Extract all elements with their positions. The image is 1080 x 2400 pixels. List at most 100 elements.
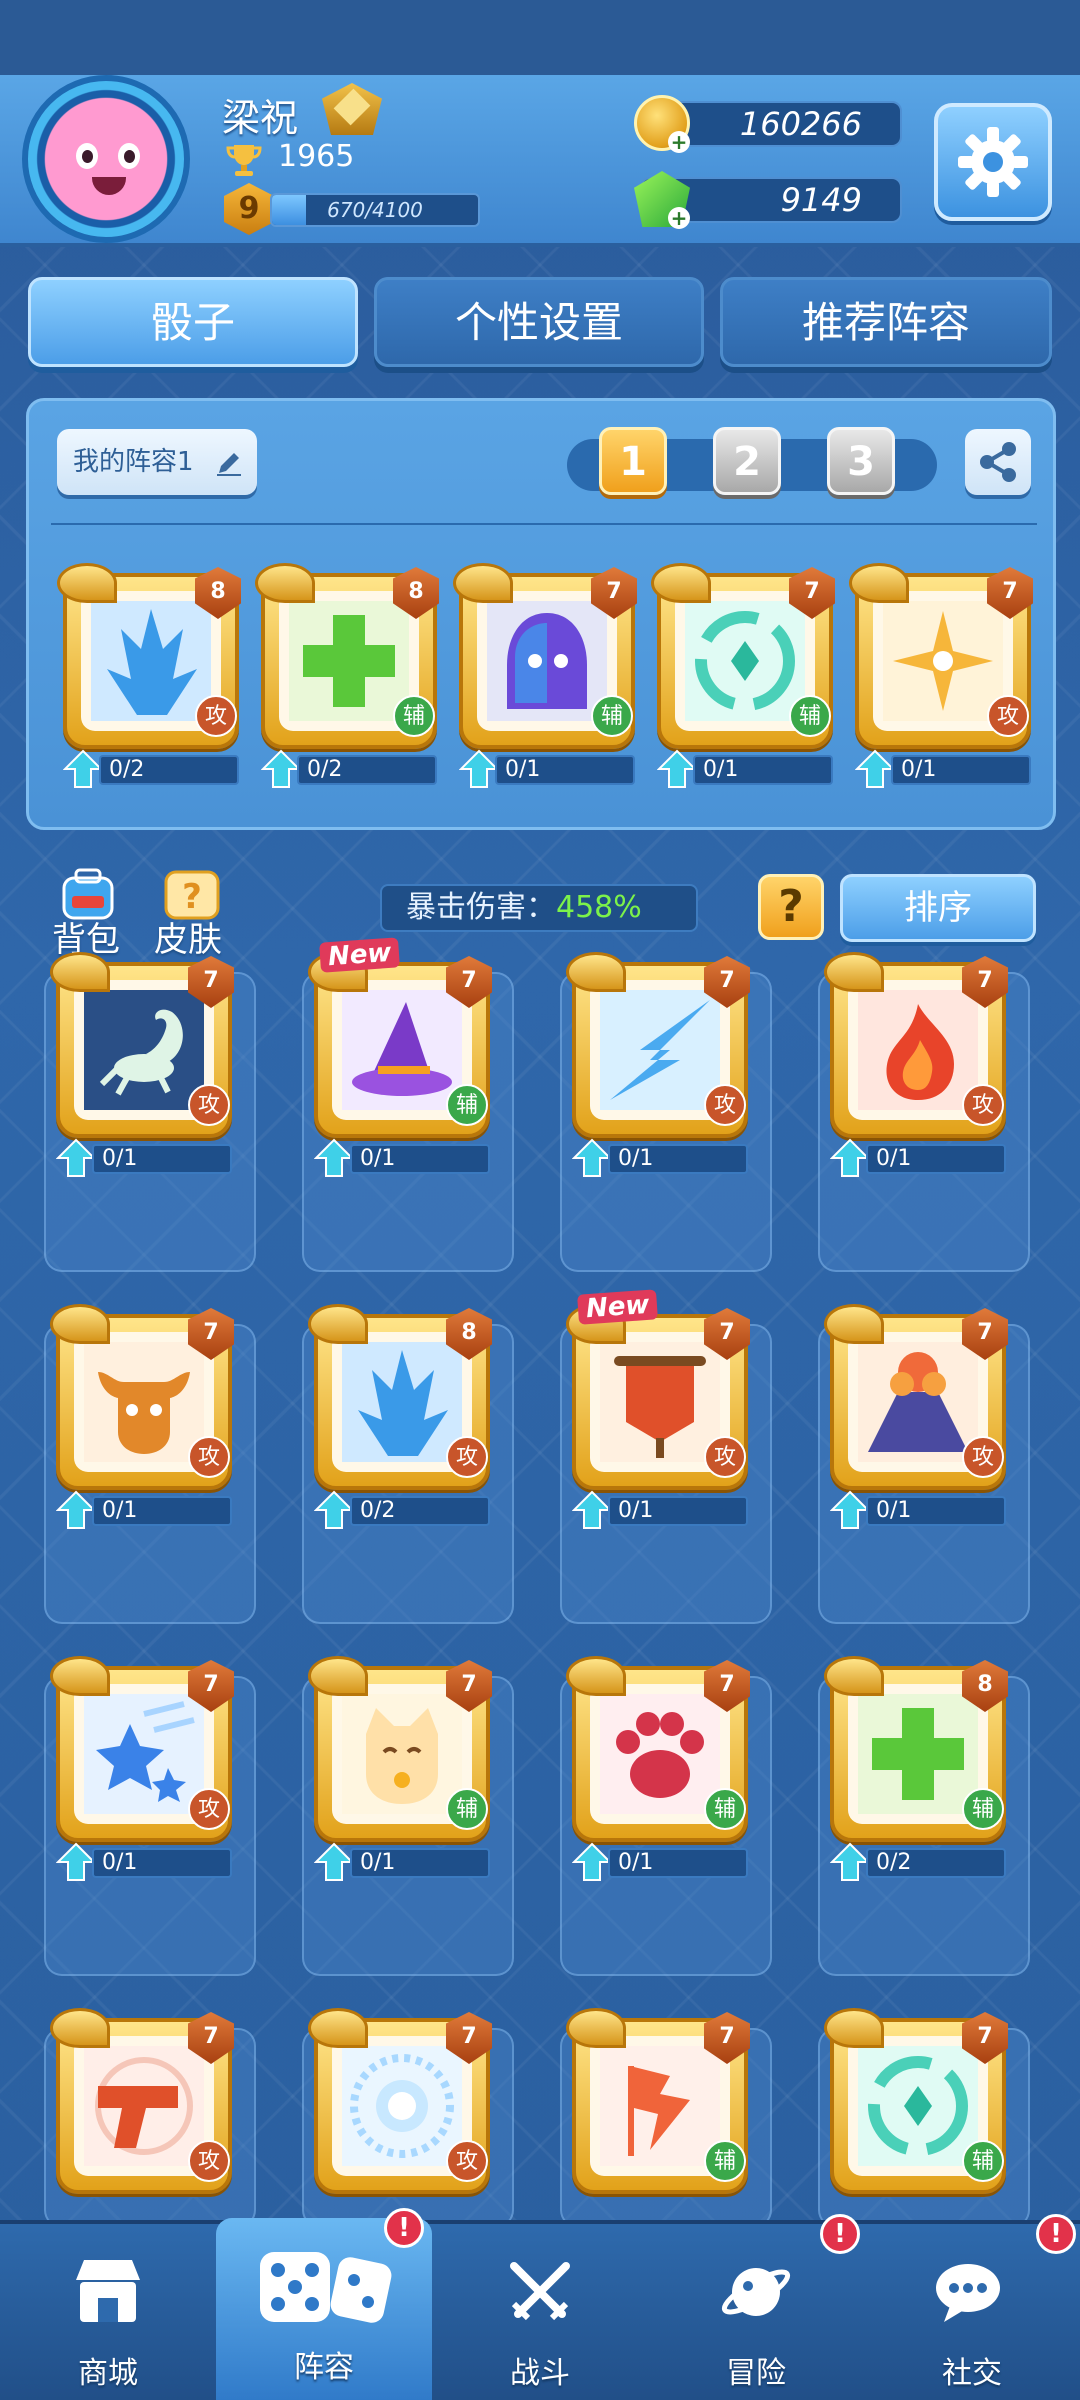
collection-card[interactable]: 7 攻 0/1 (824, 952, 1008, 1177)
tab-recommended[interactable]: 推荐阵容 (720, 277, 1052, 367)
dice-type-badge: 攻 (446, 1436, 488, 1478)
tab-personalize[interactable]: 个性设置 (374, 277, 704, 367)
nav-social-label: 社交 (942, 2356, 1002, 2391)
add-gems-icon[interactable]: + (668, 207, 690, 229)
gear-icon (958, 127, 1028, 197)
deck-name-button[interactable]: 我的阵容1 (57, 429, 257, 495)
dice-icon (260, 2252, 392, 2323)
upgrade-arrow-icon (56, 1842, 96, 1881)
share-button[interactable] (965, 429, 1031, 495)
collection-card[interactable]: 7 攻 0/1 (50, 1656, 234, 1881)
dragon-wing-ornament (50, 1304, 110, 1344)
dragon-wing-ornament (308, 1304, 368, 1344)
collection-card[interactable]: 7 辅 0/1 (566, 1656, 750, 1881)
collection-card[interactable]: 8 攻 0/2 (308, 1304, 492, 1529)
collection-card[interactable]: 7 攻 New 0/1 (566, 1289, 750, 1529)
dragon-wing-ornament (849, 563, 909, 603)
upgrade-progress: 0/2 (297, 755, 437, 785)
collection-card[interactable]: 7辅 (566, 2008, 750, 2228)
deck-slot-3[interactable]: 3 (827, 427, 895, 495)
collection-card[interactable]: 8 辅 0/2 (824, 1656, 1008, 1881)
deck-slot-2[interactable]: 2 (713, 427, 781, 495)
dragon-wing-ornament (824, 2008, 884, 2048)
nav-deck-alert: ! (384, 2208, 424, 2248)
settings-button[interactable] (934, 103, 1052, 221)
upgrade-arrow-icon (657, 749, 697, 788)
trophy-icon (226, 145, 262, 176)
upgrade-progress: 0/2 (866, 1848, 1006, 1878)
player-header: 梁祝 1965 9 670/4100 + 160266 + 9149 (0, 75, 1080, 247)
avatar[interactable] (22, 75, 190, 243)
upgrade-progress: 0/1 (891, 755, 1031, 785)
help-button[interactable]: ? (758, 874, 824, 940)
deck-slot-1[interactable]: 1 (599, 427, 667, 495)
upgrade-progress: 0/1 (608, 1848, 748, 1878)
nav-social-alert: ! (1036, 2214, 1076, 2254)
nav-shop[interactable]: 商城 (0, 2224, 216, 2400)
new-tag: New (319, 937, 401, 973)
deck-card[interactable]: 8 攻 0/2 (57, 563, 241, 788)
shop-icon (76, 2260, 140, 2322)
dice-type-badge: 辅 (393, 695, 435, 737)
deck-card[interactable]: 7 攻 0/1 (849, 563, 1033, 788)
collection-card[interactable]: 7 辅 0/1 (308, 1656, 492, 1881)
coin-counter[interactable]: + 160266 (634, 95, 902, 153)
upgrade-arrow-icon (459, 749, 499, 788)
dice-type-badge: 攻 (962, 1084, 1004, 1126)
bottom-nav: 商城 阵容 ! 战斗 冒险 ! 社交 ! (0, 2208, 1080, 2400)
deck-card[interactable]: 7 辅 0/1 (453, 563, 637, 788)
collection-card[interactable]: 7 攻 0/1 (50, 1304, 234, 1529)
dragon-wing-ornament (824, 1656, 884, 1696)
upgrade-progress: 0/1 (866, 1496, 1006, 1526)
collection-card[interactable]: 7攻 (308, 2008, 492, 2228)
collection-card[interactable]: 7 辅 New 0/1 (308, 937, 492, 1177)
skin-label[interactable]: 皮肤 (154, 912, 222, 961)
nav-social[interactable]: 社交 ! (864, 2214, 1080, 2400)
add-coins-icon[interactable]: + (668, 131, 690, 153)
collection-card[interactable]: 7攻 (50, 2008, 234, 2228)
upgrade-progress: 0/1 (866, 1144, 1006, 1174)
nav-adventure-alert: ! (820, 2214, 860, 2254)
dice-type-badge: 攻 (188, 2140, 230, 2182)
upgrade-arrow-icon (572, 1842, 612, 1881)
upgrade-progress: 0/1 (495, 755, 635, 785)
upgrade-arrow-icon (572, 1138, 612, 1177)
collection-card[interactable]: 7 攻 0/1 (50, 952, 234, 1177)
collection-card[interactable]: 7 攻 0/1 (566, 952, 750, 1177)
collection-card[interactable]: 7辅 (824, 2008, 1008, 2228)
upgrade-arrow-icon (63, 749, 103, 788)
chat-icon (936, 2264, 1000, 2322)
pencil-icon (217, 453, 241, 476)
level-badge: 9 (224, 183, 274, 235)
deck-card[interactable]: 7 辅 0/1 (651, 563, 835, 788)
dice-type-badge: 攻 (987, 695, 1029, 737)
upgrade-progress: 0/1 (608, 1144, 748, 1174)
dragon-wing-ornament (566, 952, 626, 992)
nav-battle[interactable]: 战斗 (432, 2224, 648, 2400)
upgrade-progress: 0/2 (99, 755, 239, 785)
nav-adventure[interactable]: 冒险 ! (648, 2214, 864, 2400)
dice-type-badge: 攻 (446, 2140, 488, 2182)
upgrade-progress: 0/1 (350, 1144, 490, 1174)
collection-card[interactable]: 7 攻 0/1 (824, 1304, 1008, 1529)
avatar-eye-right (118, 143, 140, 169)
tab-dice[interactable]: 骰子 (28, 277, 358, 367)
dice-type-badge: 攻 (195, 695, 237, 737)
upgrade-arrow-icon (830, 1490, 870, 1529)
xp-text: 670/4100 (327, 198, 423, 222)
sort-button[interactable]: 排序 (840, 874, 1036, 942)
new-tag: New (577, 1289, 659, 1325)
rank-badge-icon[interactable] (322, 83, 382, 135)
dice-type-badge: 攻 (188, 1436, 230, 1478)
nav-deck[interactable]: 阵容 ! (216, 2208, 432, 2400)
dice-type-badge: 攻 (704, 1436, 746, 1478)
deck-card[interactable]: 8 辅 0/2 (255, 563, 439, 788)
upgrade-arrow-icon (830, 1842, 870, 1881)
crit-damage-label: 暴击伤害： (406, 890, 556, 925)
upgrade-arrow-icon (314, 1138, 354, 1177)
upgrade-progress: 0/1 (92, 1144, 232, 1174)
gem-value: 9149 (780, 181, 862, 219)
gem-counter[interactable]: + 9149 (634, 171, 902, 229)
upgrade-arrow-icon (56, 1138, 96, 1177)
upgrade-arrow-icon (314, 1490, 354, 1529)
